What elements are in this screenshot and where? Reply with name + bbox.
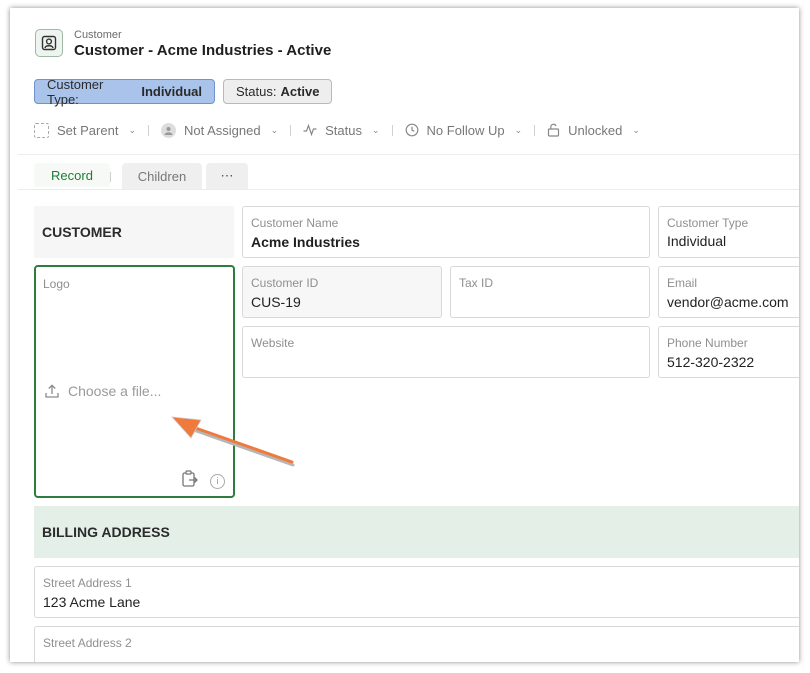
info-icon[interactable]: i: [210, 474, 225, 489]
page-title: Customer - Acme Industries - Active: [74, 42, 332, 59]
status-dropdown-label: Status: [325, 122, 362, 138]
customer-type-chip-label: Customer Type:: [47, 76, 104, 107]
customer-name-field[interactable]: Customer Name Acme Industries: [242, 206, 650, 258]
chevron-down-icon: ⌄: [514, 124, 523, 135]
customer-id-value: CUS-19: [251, 294, 301, 310]
follow-up-label: No Follow Up: [426, 122, 505, 138]
avatar: [160, 122, 176, 138]
toolbar-divider: [147, 124, 149, 136]
chevron-down-icon: ⌄: [632, 124, 640, 135]
street-address-1-value: 123 Acme Lane: [43, 594, 141, 610]
tab-children[interactable]: Children: [122, 163, 202, 189]
phone-field[interactable]: Phone Number 512-320-2322: [658, 326, 799, 378]
activity-icon: [303, 124, 317, 136]
street-address-2-field[interactable]: Street Address 2: [34, 626, 799, 662]
parent-placeholder-icon: [34, 122, 49, 138]
follow-up-dropdown[interactable]: No Follow Up ⌄: [405, 122, 523, 138]
street-address-1-label: Street Address 1: [43, 576, 132, 590]
toolbar-divider: [391, 124, 393, 136]
lock-label: Unlocked: [568, 122, 623, 138]
status-chip-label: Status:: [236, 84, 277, 99]
email-field[interactable]: Email vendor@acme.com: [658, 266, 799, 318]
chevron-down-icon: ⌄: [128, 124, 136, 135]
clock-icon: [405, 123, 418, 137]
chevron-down-icon: ⌄: [372, 124, 380, 135]
customer-type-chip[interactable]: Customer Type: Individual: [34, 76, 215, 107]
phone-value: 512-320-2322: [667, 354, 755, 370]
email-label: Email: [667, 276, 698, 290]
set-parent-label: Set Parent: [57, 122, 119, 138]
tax-id-field[interactable]: Tax ID: [450, 266, 650, 318]
phone-label: Phone Number: [667, 336, 748, 350]
customer-type-field[interactable]: Customer Type Individual: [658, 206, 799, 258]
email-value: vendor@acme.com: [667, 294, 789, 310]
paste-from-clipboard-icon[interactable]: [180, 469, 200, 494]
divider: [18, 154, 799, 155]
customer-name-label: Customer Name: [251, 216, 339, 230]
street-address-1-field[interactable]: Street Address 1 123 Acme Lane: [34, 566, 799, 618]
choose-file-label: Choose a file...: [68, 383, 162, 399]
tab-divider: [110, 172, 111, 182]
record-toolbar: Set Parent ⌄ Not Assigned ⌄ Status ⌄ No …: [34, 121, 640, 139]
customer-type-label: Customer Type: [667, 216, 749, 230]
tab-record[interactable]: Record: [34, 163, 110, 189]
status-dropdown[interactable]: Status ⌄: [303, 122, 380, 138]
street-address-2-label: Street Address 2: [43, 636, 132, 650]
website-field[interactable]: Website: [242, 326, 650, 378]
customer-name-value: Acme Industries: [251, 234, 360, 250]
customer-type-value: Individual: [667, 233, 727, 249]
website-label: Website: [251, 336, 295, 350]
section-customer-heading: CUSTOMER: [34, 206, 234, 258]
tab-more-button[interactable]: ⋯: [206, 163, 248, 189]
customer-id-label: Customer ID: [251, 276, 319, 290]
logo-label: Logo: [43, 277, 70, 291]
lock-dropdown[interactable]: Unlocked ⌄: [547, 123, 640, 138]
customer-id-field: Customer ID CUS-19: [242, 266, 442, 318]
section-billing-heading: BILLING ADDRESS: [34, 506, 799, 558]
unlock-icon: [548, 123, 560, 137]
annotation-arrow: [171, 416, 295, 467]
tax-id-label: Tax ID: [459, 276, 494, 290]
choose-file-button[interactable]: Choose a file...: [44, 383, 161, 399]
assignee-label: Not Assigned: [183, 122, 261, 138]
status-chip-value: Active: [280, 84, 320, 99]
upload-icon: [45, 384, 59, 398]
customer-type-chip-value: Individual: [141, 84, 202, 99]
toolbar-divider: [290, 124, 292, 136]
record-window: Customer Customer - Acme Industries - Ac…: [10, 8, 799, 662]
status-chip[interactable]: Status: Active: [223, 79, 332, 104]
set-parent-button[interactable]: Set Parent ⌄: [34, 122, 136, 138]
contact-card-icon: [35, 29, 63, 57]
chevron-down-icon: ⌄: [270, 124, 279, 135]
toolbar-divider: [534, 124, 536, 136]
breadcrumb[interactable]: Customer: [74, 29, 122, 41]
tabs-baseline: [18, 189, 799, 190]
assignee-dropdown[interactable]: Not Assigned ⌄: [160, 122, 279, 138]
